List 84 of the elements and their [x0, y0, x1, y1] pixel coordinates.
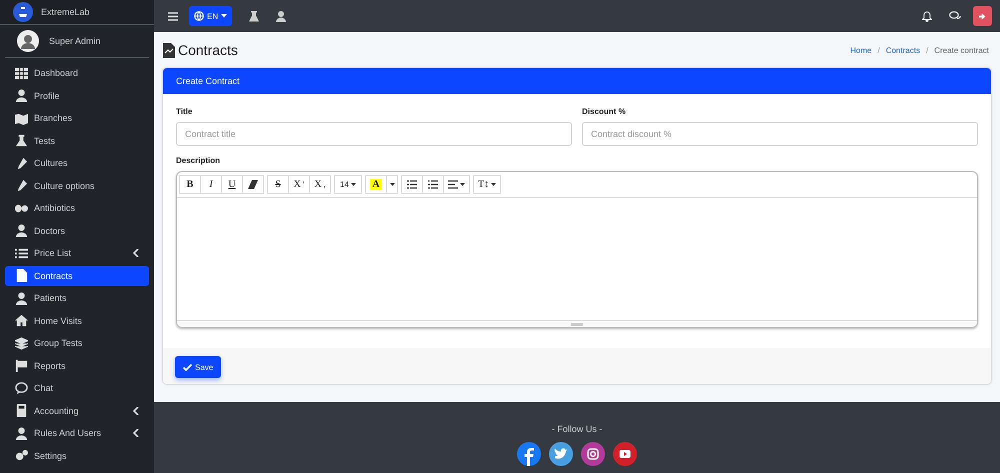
- calculator-icon: [15, 404, 28, 418]
- layers-icon: [15, 336, 28, 350]
- sidebar-item[interactable]: Antibiotics: [5, 198, 149, 218]
- sidebar-item[interactable]: Dashboard: [5, 63, 149, 84]
- sidebar-item[interactable]: Group Tests: [5, 333, 149, 354]
- field-label: Description: [176, 156, 222, 165]
- sidebar-item[interactable]: Tests: [5, 130, 149, 151]
- brand-name[interactable]: ExtremeLab: [41, 7, 90, 17]
- chat-icon[interactable]: [949, 11, 961, 21]
- globe-icon: [194, 11, 204, 21]
- language-dropdown[interactable]: EN: [189, 6, 232, 26]
- caret-icon: [460, 183, 465, 186]
- dropdown-button[interactable]: 14: [334, 175, 362, 194]
- chat-icon: [15, 382, 28, 395]
- user-icon: [15, 426, 28, 440]
- bell-icon[interactable]: [922, 10, 932, 22]
- user-icon: [15, 89, 28, 102]
- format-button[interactable]: B: [179, 175, 201, 194]
- field-label: Discount %: [582, 107, 627, 116]
- sidebar-item[interactable]: Settings: [5, 446, 149, 466]
- bullet-list-icon: [407, 180, 417, 189]
- input-field[interactable]: Contract discount %: [582, 122, 978, 146]
- breadcrumb-separator: /: [878, 46, 880, 54]
- caret-icon: [390, 183, 394, 186]
- align-button[interactable]: [443, 175, 470, 194]
- sidebar-item[interactable]: Rules And Users: [5, 423, 149, 444]
- card-title: Create Contract: [176, 76, 240, 86]
- document-icon: [15, 269, 28, 282]
- map-icon: [15, 112, 28, 125]
- sidebar-item[interactable]: Profile: [5, 86, 149, 106]
- instagram-icon[interactable]: [581, 442, 605, 466]
- youtube-icon[interactable]: [613, 442, 637, 466]
- sidebar-item[interactable]: Price List: [5, 243, 149, 264]
- eraser-icon: [248, 180, 258, 189]
- numbered-list-icon: [428, 180, 438, 189]
- exit-arrow-icon: [979, 12, 986, 20]
- sidebar-item[interactable]: Reports: [5, 356, 149, 376]
- user-icon[interactable]: [276, 10, 286, 22]
- breadcrumb-separator: /: [926, 46, 928, 54]
- format-button[interactable]: S: [267, 175, 289, 194]
- logout-button[interactable]: [973, 6, 992, 26]
- grid-icon: [15, 66, 28, 80]
- sidebar-item[interactable]: Patients: [5, 288, 149, 308]
- sidebar-item[interactable]: Doctors: [5, 220, 149, 241]
- field-label: Title: [176, 107, 194, 116]
- caret-icon: [221, 14, 228, 18]
- avatar-icon: [17, 30, 39, 52]
- bullet-list-button[interactable]: [401, 175, 423, 194]
- twitter-icon[interactable]: [549, 442, 573, 466]
- sidebar-item[interactable]: Home Visits: [5, 310, 149, 331]
- breadcrumb-link[interactable]: Contracts: [886, 46, 920, 54]
- color-dropdown-button[interactable]: [386, 175, 398, 194]
- caret-icon: [350, 183, 356, 186]
- text-color-button[interactable]: A: [365, 175, 387, 194]
- page-title: Contracts: [178, 42, 238, 58]
- breadcrumb-current: Create contract: [934, 46, 989, 54]
- sidebar-item[interactable]: Cultures: [5, 153, 149, 174]
- sidebar-item[interactable]: Chat: [5, 378, 149, 398]
- format-button[interactable]: I: [200, 175, 222, 194]
- eraser-button[interactable]: [242, 175, 264, 194]
- sidebar-item[interactable]: Culture options: [5, 176, 149, 196]
- align-icon: [448, 180, 458, 189]
- facebook-icon[interactable]: [517, 442, 541, 466]
- sidebar-item[interactable]: Branches: [5, 108, 149, 128]
- menu-icon[interactable]: [168, 12, 178, 20]
- caret-icon: [491, 183, 496, 186]
- house-icon: [15, 314, 28, 328]
- list-icon: [15, 246, 28, 260]
- flag-icon: [15, 359, 28, 372]
- document-icon: [163, 42, 175, 58]
- flask-icon[interactable]: [249, 10, 260, 22]
- logo-icon: [13, 2, 33, 22]
- breadcrumb-link[interactable]: Home: [850, 46, 872, 54]
- user-name[interactable]: Super Admin: [49, 36, 101, 46]
- save-button[interactable]: Save: [175, 356, 222, 378]
- format-button[interactable]: U: [221, 175, 243, 194]
- sidebar-item[interactable]: Accounting: [5, 400, 149, 421]
- dropdown-button[interactable]: T↕: [473, 175, 502, 194]
- sidebar-item[interactable]: Contracts: [5, 266, 149, 286]
- numbered-list-button[interactable]: [422, 175, 444, 194]
- follow-us-text: - Follow Us -: [552, 424, 602, 434]
- flask-icon: [15, 134, 28, 148]
- check-icon: [183, 364, 192, 370]
- input-field[interactable]: Contract title: [176, 122, 572, 146]
